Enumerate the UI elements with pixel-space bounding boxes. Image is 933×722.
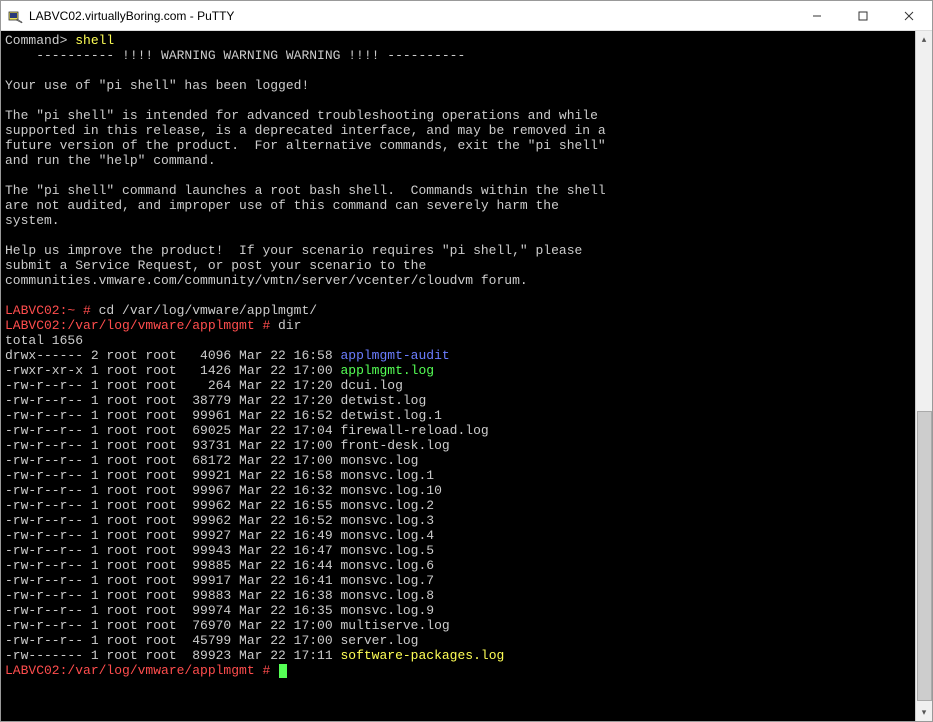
terminal-line: future version of the product. For alter… — [5, 138, 913, 153]
terminal-line: -rw-r--r-- 1 root root 38779 Mar 22 17:2… — [5, 393, 913, 408]
terminal-line: supported in this release, is a deprecat… — [5, 123, 913, 138]
terminal-line: ---------- !!!! WARNING WARNING WARNING … — [5, 48, 913, 63]
terminal-line: -rw-r--r-- 1 root root 99917 Mar 22 16:4… — [5, 573, 913, 588]
terminal-line — [5, 288, 913, 303]
terminal-line — [5, 228, 913, 243]
terminal-line: are not audited, and improper use of thi… — [5, 198, 913, 213]
terminal-line: -rw-r--r-- 1 root root 99974 Mar 22 16:3… — [5, 603, 913, 618]
terminal-line: -rw-r--r-- 1 root root 99962 Mar 22 16:5… — [5, 498, 913, 513]
terminal-line: system. — [5, 213, 913, 228]
terminal-line — [5, 63, 913, 78]
terminal-line: LABVC02:/var/log/vmware/applmgmt # — [5, 663, 913, 678]
terminal-line: -rw-r--r-- 1 root root 99962 Mar 22 16:5… — [5, 513, 913, 528]
terminal-line: -rw-r--r-- 1 root root 69025 Mar 22 17:0… — [5, 423, 913, 438]
terminal-line: -rw------- 1 root root 89923 Mar 22 17:1… — [5, 648, 913, 663]
terminal-line: -rw-r--r-- 1 root root 45799 Mar 22 17:0… — [5, 633, 913, 648]
terminal-line: and run the "help" command. — [5, 153, 913, 168]
terminal-line: -rw-r--r-- 1 root root 93731 Mar 22 17:0… — [5, 438, 913, 453]
close-button[interactable] — [886, 1, 932, 31]
terminal-line: -rwxr-xr-x 1 root root 1426 Mar 22 17:00… — [5, 363, 913, 378]
terminal-line — [5, 93, 913, 108]
scroll-thumb[interactable] — [917, 411, 932, 701]
terminal-line: The "pi shell" is intended for advanced … — [5, 108, 913, 123]
terminal-line: -rw-r--r-- 1 root root 99921 Mar 22 16:5… — [5, 468, 913, 483]
terminal-line: -rw-r--r-- 1 root root 99927 Mar 22 16:4… — [5, 528, 913, 543]
titlebar[interactable]: LABVC02.virtuallyBoring.com - PuTTY — [1, 1, 932, 31]
terminal-line: drwx------ 2 root root 4096 Mar 22 16:58… — [5, 348, 913, 363]
terminal-line: -rw-r--r-- 1 root root 99961 Mar 22 16:5… — [5, 408, 913, 423]
terminal-line — [5, 168, 913, 183]
terminal-line: -rw-r--r-- 1 root root 99885 Mar 22 16:4… — [5, 558, 913, 573]
terminal-area: Command> shell ---------- !!!! WARNING W… — [1, 31, 932, 721]
terminal-line: total 1656 — [5, 333, 913, 348]
scrollbar[interactable]: ▴ ▾ — [915, 31, 932, 721]
terminal-line: LABVC02:~ # cd /var/log/vmware/applmgmt/ — [5, 303, 913, 318]
putty-window: LABVC02.virtuallyBoring.com - PuTTY Comm… — [0, 0, 933, 722]
terminal-line: communities.vmware.com/community/vmtn/se… — [5, 273, 913, 288]
putty-icon — [7, 8, 23, 24]
terminal-line: -rw-r--r-- 1 root root 99967 Mar 22 16:3… — [5, 483, 913, 498]
terminal-line: -rw-r--r-- 1 root root 68172 Mar 22 17:0… — [5, 453, 913, 468]
terminal-line: Command> shell — [5, 33, 913, 48]
minimize-button[interactable] — [794, 1, 840, 31]
terminal-line: Your use of "pi shell" has been logged! — [5, 78, 913, 93]
cursor — [279, 664, 287, 678]
terminal-line: -rw-r--r-- 1 root root 99943 Mar 22 16:4… — [5, 543, 913, 558]
terminal[interactable]: Command> shell ---------- !!!! WARNING W… — [1, 31, 915, 721]
terminal-line: The "pi shell" command launches a root b… — [5, 183, 913, 198]
terminal-line: -rw-r--r-- 1 root root 76970 Mar 22 17:0… — [5, 618, 913, 633]
scroll-up-icon[interactable]: ▴ — [916, 31, 932, 48]
window-title: LABVC02.virtuallyBoring.com - PuTTY — [29, 9, 794, 23]
terminal-line: LABVC02:/var/log/vmware/applmgmt # dir — [5, 318, 913, 333]
terminal-line: submit a Service Request, or post your s… — [5, 258, 913, 273]
terminal-line: Help us improve the product! If your sce… — [5, 243, 913, 258]
window-controls — [794, 1, 932, 31]
terminal-line: -rw-r--r-- 1 root root 264 Mar 22 17:20 … — [5, 378, 913, 393]
terminal-line: -rw-r--r-- 1 root root 99883 Mar 22 16:3… — [5, 588, 913, 603]
maximize-button[interactable] — [840, 1, 886, 31]
scroll-down-icon[interactable]: ▾ — [916, 704, 932, 721]
